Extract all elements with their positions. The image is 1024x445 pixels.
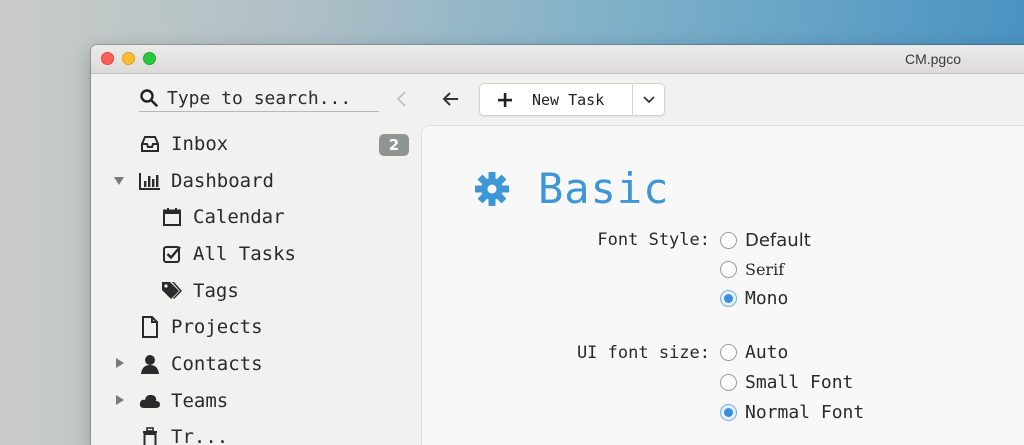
sidebar-item-label: Tr...	[171, 426, 229, 445]
calendar-icon	[161, 206, 183, 228]
font-style-option-serif[interactable]: Serif	[720, 257, 784, 281]
disclosure-triangle-expanded-icon[interactable]	[113, 175, 125, 187]
sidebar-item-teams[interactable]: Teams	[139, 387, 228, 415]
ui-font-size-option-small[interactable]: Small Font	[720, 370, 853, 394]
sidebar-item-label: Tags	[193, 280, 239, 302]
ui-font-size-label: UI font size:	[576, 343, 710, 363]
ui-font-size-option-normal[interactable]: Normal Font	[720, 400, 864, 424]
cloud-icon	[139, 390, 161, 412]
radio-label: Default	[745, 229, 811, 251]
new-task-label: New Task	[532, 90, 605, 109]
sidebar-item-label: Inbox	[171, 133, 229, 155]
sidebar-item-label: Dashboard	[171, 170, 274, 192]
radio-button[interactable]	[720, 231, 737, 249]
sidebar-item-contacts[interactable]: Contacts	[139, 350, 263, 378]
inbox-icon	[139, 133, 161, 155]
window-title: CM.pgco	[904, 51, 961, 67]
new-task-button[interactable]: New Task	[480, 84, 632, 115]
search-icon	[140, 89, 158, 107]
close-window-button[interactable]	[101, 52, 114, 65]
app-window: CM.pgco Inbox 2	[91, 45, 1024, 445]
sidebar-item-inbox[interactable]: Inbox	[139, 130, 228, 158]
radio-button-selected[interactable]	[720, 403, 737, 421]
radio-label: Small Font	[745, 371, 854, 393]
sidebar-item-dashboard[interactable]: Dashboard	[139, 167, 274, 195]
ui-font-size-option-auto[interactable]: Auto	[720, 340, 788, 364]
radio-label: Auto	[745, 341, 789, 363]
gear-icon	[475, 171, 509, 206]
plus-icon	[498, 92, 512, 107]
disclosure-triangle-collapsed-icon[interactable]	[114, 394, 126, 406]
sidebar-item-label: Contacts	[171, 353, 263, 375]
sidebar-item-label: All Tasks	[193, 243, 296, 265]
radio-label: Normal Font	[745, 401, 865, 423]
new-task-dropdown-button[interactable]	[633, 84, 664, 115]
radio-button-selected[interactable]	[720, 289, 737, 307]
minimize-window-button[interactable]	[122, 52, 135, 65]
bar-chart-icon	[139, 170, 161, 192]
collapse-sidebar-chevron-icon[interactable]	[394, 89, 410, 109]
title-bar: CM.pgco	[91, 45, 1024, 74]
back-arrow-icon[interactable]	[441, 89, 461, 109]
new-task-split-button: New Task	[480, 84, 664, 115]
search-bar	[139, 85, 379, 112]
sidebar-item-label: Projects	[171, 316, 263, 338]
document-icon	[139, 316, 161, 338]
radio-label: Mono	[745, 287, 789, 309]
sidebar-item-projects[interactable]: Projects	[139, 313, 263, 341]
user-icon	[139, 353, 161, 375]
page-title: Basic	[538, 164, 670, 213]
tags-icon	[161, 280, 183, 302]
sidebar-item-calendar[interactable]: Calendar	[161, 203, 285, 231]
settings-panel: Basic Font Style: Default Serif Mono UI …	[422, 126, 1024, 445]
font-style-option-default[interactable]: Default	[720, 228, 811, 252]
checkbox-checked-icon	[161, 243, 183, 265]
section-heading: Basic	[474, 164, 669, 213]
radio-button[interactable]	[720, 260, 737, 278]
chevron-down-icon	[642, 95, 655, 103]
font-style-option-mono[interactable]: Mono	[720, 286, 788, 310]
inbox-count-badge: 2	[379, 134, 409, 156]
zoom-window-button[interactable]	[143, 52, 156, 65]
search-input[interactable]	[167, 87, 377, 109]
sidebar-item-tags[interactable]: Tags	[161, 277, 239, 305]
radio-label: Serif	[745, 259, 785, 279]
font-style-label: Font Style:	[597, 230, 710, 250]
trash-icon	[139, 426, 161, 445]
sidebar-item-partial[interactable]: Tr...	[139, 423, 228, 445]
sidebar-item-label: Teams	[171, 390, 229, 412]
disclosure-triangle-collapsed-icon[interactable]	[114, 357, 126, 369]
radio-button[interactable]	[720, 373, 737, 391]
radio-button[interactable]	[720, 343, 737, 361]
sidebar-item-label: Calendar	[193, 206, 285, 228]
sidebar-item-all-tasks[interactable]: All Tasks	[161, 240, 296, 268]
